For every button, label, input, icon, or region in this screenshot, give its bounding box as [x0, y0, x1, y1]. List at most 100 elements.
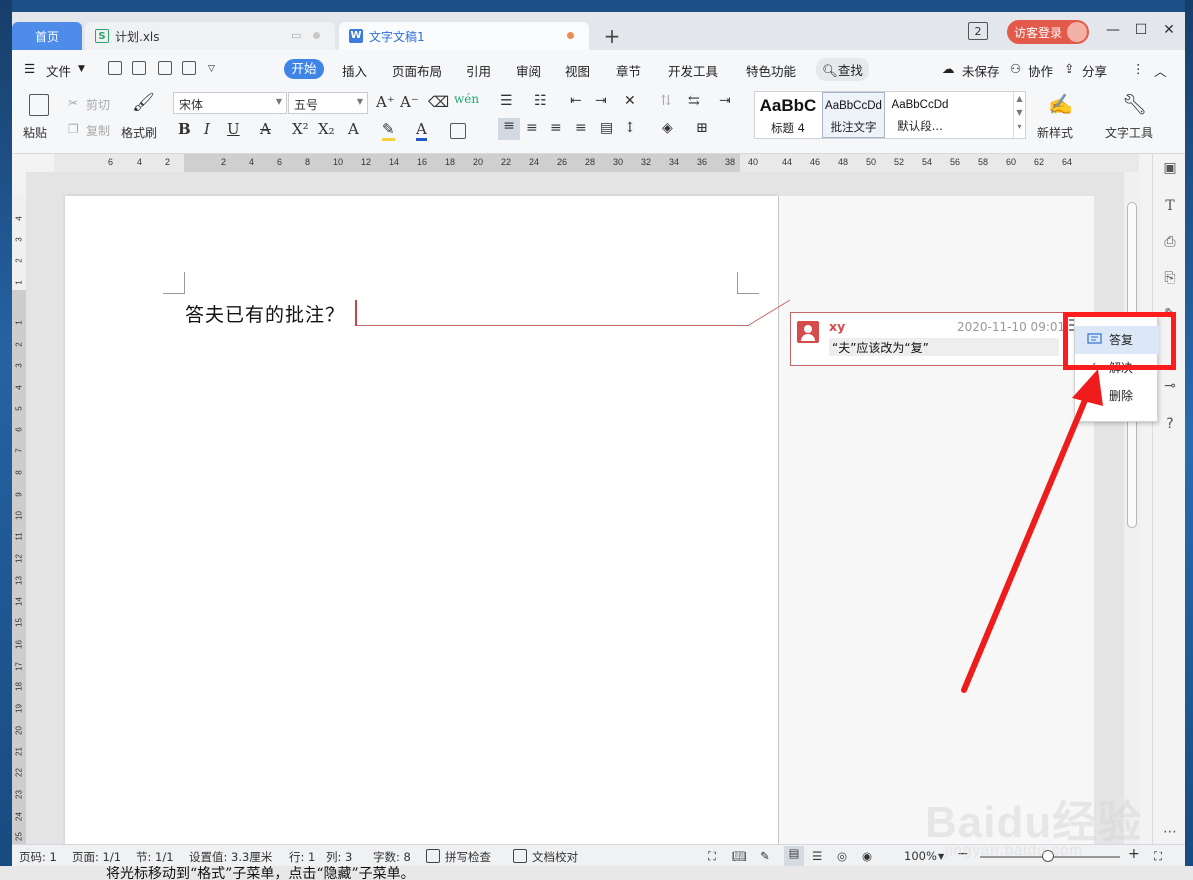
align-center-icon[interactable]: ≡ — [526, 120, 538, 136]
increase-indent-icon[interactable]: ⇥ — [595, 93, 607, 109]
chinese-layout-icon[interactable]: ✕ — [624, 93, 636, 109]
new-tab-button[interactable]: + — [600, 24, 624, 48]
status-col[interactable]: 列: 3 — [326, 849, 352, 865]
menu-tab-chapter[interactable]: 章节 — [616, 61, 641, 80]
window-count-badge[interactable]: 2 — [968, 22, 988, 40]
sort-icon[interactable]: ⇅ — [660, 93, 672, 109]
open-folder-icon[interactable] — [132, 61, 146, 75]
visitor-login-button[interactable]: 访客登录 — [1007, 20, 1089, 44]
minimize-icon[interactable]: — — [1103, 22, 1123, 40]
status-row[interactable]: 行: 1 — [289, 849, 315, 865]
style-heading4[interactable]: AaBbC 标题 4 — [755, 92, 821, 138]
format-painter-button[interactable]: 格式刷 — [121, 124, 157, 141]
fit-window-icon[interactable]: ⛶ — [1154, 849, 1162, 864]
quick-access-more-icon[interactable]: ▽ — [208, 64, 215, 74]
styles-scroll[interactable]: ▲ ▼ ▾ — [1013, 92, 1025, 138]
text-style-icon[interactable]: T — [1162, 198, 1178, 214]
superscript-icon[interactable]: X² — [292, 120, 309, 138]
adjust-icon[interactable]: ⊸ — [1162, 378, 1178, 394]
line-spacing-icon[interactable]: ↕ — [624, 120, 636, 136]
menu-tab-references[interactable]: 引用 — [466, 61, 491, 80]
status-setting[interactable]: 设置值: 3.3厘米 — [189, 849, 272, 865]
show-marks-icon[interactable]: ⇆ — [688, 93, 700, 109]
reading-mode-icon[interactable]: 📖︎ — [732, 849, 747, 863]
text-tools-button[interactable]: 文字工具 — [1105, 124, 1153, 141]
new-style-icon[interactable]: ✍ — [1048, 92, 1073, 116]
tab-home[interactable]: 首页 — [12, 22, 82, 50]
unsaved-status[interactable]: 未保存 — [962, 61, 1000, 80]
distributed-icon[interactable]: ▤ — [600, 120, 613, 136]
menu-tab-features[interactable]: 特色功能 — [746, 61, 796, 80]
new-style-button[interactable]: 新样式 — [1037, 124, 1073, 141]
tab-marks-icon[interactable]: ⇥ — [719, 93, 731, 109]
brush-icon[interactable]: 🖌︎ — [132, 92, 155, 113]
highlight-icon[interactable]: ✎ — [382, 120, 395, 141]
borders-icon[interactable]: ⊞ — [696, 120, 708, 136]
more-vertical-icon[interactable]: ⋮ — [1132, 61, 1145, 76]
eye-protect-icon[interactable]: ◉ — [862, 849, 872, 863]
menu-tab-start[interactable]: 开始 — [284, 59, 324, 79]
style-default-para[interactable]: AaBbCcDd 默认段... — [887, 92, 953, 138]
spellcheck-button[interactable]: 拼写检查 — [445, 849, 491, 865]
doc-search-icon[interactable]: ⎙ — [1162, 234, 1178, 250]
comment-card[interactable]: xy 2020-11-10 09:01 “夫”应该改为“复” — [790, 312, 1092, 366]
align-left-icon[interactable]: ≡ — [498, 118, 520, 140]
write-mode-icon[interactable]: ✎ — [760, 849, 770, 863]
shrink-font-icon[interactable]: A⁻ — [400, 93, 419, 111]
new-doc-icon[interactable] — [108, 61, 122, 75]
numbered-list-icon[interactable]: ☷ — [534, 93, 547, 109]
file-menu[interactable]: 文件 — [46, 61, 71, 80]
delete-menu-item[interactable]: 删除 — [1075, 382, 1159, 410]
menu-tab-layout[interactable]: 页面布局 — [392, 61, 442, 80]
horizontal-ruler[interactable]: 6 4 2 2 4 6 8 10 12 14 16 18 20 22 24 26 28 30 32 34 36 38 40 4… — [54, 154, 1139, 172]
underline-icon[interactable]: U — [227, 120, 240, 138]
page-view-icon[interactable]: ▤ — [784, 846, 804, 866]
vertical-scrollbar[interactable] — [1124, 172, 1140, 844]
tab-xls[interactable]: S 计划.xls ▭ — [85, 22, 335, 50]
search-button[interactable]: 🔍︎查找 — [816, 58, 869, 81]
comment-text[interactable]: “夫”应该改为“复” — [829, 338, 1059, 356]
vertical-ruler[interactable]: 4 3 2 1 1 2 3 4 5 6 7 8 9 10 11 12 13 14 15 16 17 18 19 20 21 22 2… — [12, 194, 26, 863]
proofread-button[interactable]: 文档校对 — [532, 849, 578, 865]
bullet-list-icon[interactable]: ☰ — [500, 93, 513, 109]
font-name-select[interactable]: 宋体 ▼ — [173, 92, 287, 114]
panel-toggle-icon[interactable]: ▣ — [1162, 160, 1178, 176]
status-word-count[interactable]: 字数: 8 — [373, 849, 411, 865]
paste-icon[interactable] — [29, 94, 49, 116]
status-pages[interactable]: 页面: 1/1 — [72, 849, 121, 865]
font-size-select[interactable]: 五号 ▼ — [288, 92, 368, 114]
hamburger-icon[interactable]: ☰ — [24, 61, 35, 76]
save-icon[interactable] — [158, 61, 172, 75]
pinyin-icon[interactable]: wén — [454, 92, 479, 106]
status-page-number[interactable]: 页码: 1 — [19, 849, 57, 865]
maximize-icon[interactable]: ☐ — [1131, 22, 1151, 40]
menu-tab-review[interactable]: 审阅 — [516, 61, 541, 80]
clear-format-icon[interactable]: ⌫ — [428, 93, 449, 111]
print-preview-icon[interactable] — [182, 61, 196, 75]
copy-icon[interactable]: ❐ — [68, 122, 79, 136]
subscript-icon[interactable]: X₂ — [318, 120, 335, 138]
close-icon[interactable]: ✕ — [1159, 22, 1179, 40]
fullscreen-icon[interactable]: ⛶ — [708, 849, 716, 864]
strikethrough-icon[interactable]: A — [260, 120, 271, 138]
outline-view-icon[interactable]: ☰ — [812, 849, 822, 863]
collab-button[interactable]: 协作 — [1028, 61, 1053, 80]
menu-tab-developer[interactable]: 开发工具 — [668, 61, 718, 80]
style-comment-text[interactable]: AaBbCcDd 批注文字 — [822, 92, 885, 138]
shading-icon[interactable]: ◈ — [662, 120, 673, 136]
copy-button[interactable]: 复制 — [86, 122, 110, 139]
more-icon[interactable]: ⋯ — [1162, 824, 1178, 840]
font-color-icon[interactable]: A — [416, 120, 427, 141]
chevron-down-icon[interactable]: ▼ — [78, 64, 85, 74]
collapse-ribbon-icon[interactable]: ︿ — [1154, 61, 1167, 80]
web-view-icon[interactable]: ◎ — [837, 849, 847, 863]
share-button[interactable]: 分享 — [1082, 61, 1107, 80]
decrease-indent-icon[interactable]: ⇤ — [570, 93, 582, 109]
cut-button[interactable]: 剪切 — [86, 96, 110, 113]
paste-button[interactable]: 粘贴 — [23, 124, 47, 141]
status-section[interactable]: 节: 1/1 — [136, 849, 174, 865]
monitor-icon[interactable]: ▭ — [291, 29, 301, 42]
align-right-icon[interactable]: ≡ — [550, 120, 562, 136]
justify-icon[interactable]: ≡ — [575, 120, 587, 136]
doc-settings-icon[interactable]: ⎘ — [1162, 270, 1178, 286]
